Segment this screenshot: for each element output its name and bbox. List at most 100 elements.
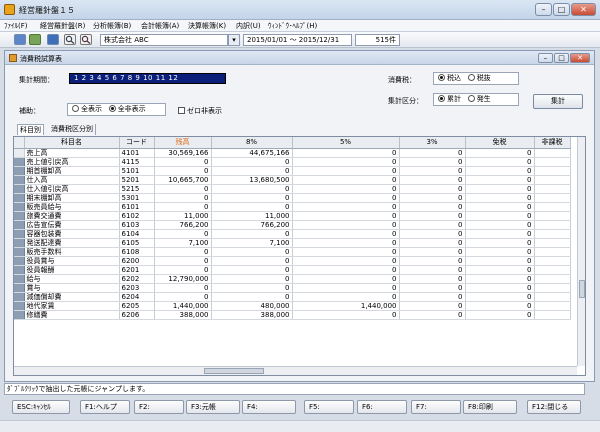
f7-button[interactable]: F7: (411, 400, 461, 414)
table-row[interactable]: 減価償却費 6204 0 0 0 0 0 (14, 292, 571, 302)
f8-print-button[interactable]: F8:印刷 (463, 400, 517, 414)
table-row[interactable]: 役員賞与 6200 0 0 0 0 0 (14, 256, 571, 266)
row-selector[interactable] (14, 265, 25, 275)
header-exempt[interactable]: 免税 (465, 137, 535, 149)
table-row[interactable]: 売上高 4101 30,569,166 44,675,166 0 0 0 (14, 148, 571, 158)
table-row[interactable]: 販売員給与 6101 0 0 0 0 0 (14, 202, 571, 212)
f12-close-button[interactable]: F12:閉じる (527, 400, 581, 414)
search-icon[interactable] (64, 34, 76, 45)
header-balance[interactable]: 残高 (154, 137, 212, 149)
agg-occurrence-radio[interactable] (467, 95, 475, 102)
menu-keiei[interactable]: 経営羅針盤(R) (40, 21, 85, 31)
chevron-down-icon[interactable]: ▾ (228, 34, 240, 46)
row-selector[interactable] (14, 220, 25, 230)
f6-button[interactable]: F6: (357, 400, 407, 414)
tab-by-tax-category[interactable]: 消費税区分別 (49, 124, 96, 135)
table-row[interactable]: 広告宣伝費 6103 766,200 766,200 0 0 0 (14, 220, 571, 230)
f4-button[interactable]: F4: (242, 400, 296, 414)
tax-excl-radio[interactable] (467, 74, 475, 81)
cell-balance: 0 (154, 229, 212, 239)
close-button[interactable]: ✕ (571, 3, 596, 16)
f1-help-button[interactable]: F1:ヘルプ (80, 400, 130, 414)
table-row[interactable]: 修繕費 6206 388,000 388,000 0 0 0 (14, 310, 571, 320)
aux-all-radio[interactable] (72, 105, 79, 112)
header-nontaxable[interactable]: 非課税 (534, 137, 571, 149)
company-select[interactable]: 株式会社 ABC (100, 34, 228, 46)
menu-window-help[interactable]: ｳｨﾝﾄﾞｳ･ﾍﾙﾌﾟ(H) (268, 21, 317, 31)
agg-cumulative-radio[interactable] (438, 95, 445, 102)
menu-file[interactable]: ﾌｧｲﾙ(F) (4, 21, 28, 31)
table-row[interactable]: 発送配達費 6105 7,100 7,100 0 0 0 (14, 238, 571, 248)
header-account[interactable]: 科目名 (24, 137, 120, 149)
menu-closing[interactable]: 決算帳簿(K) (188, 21, 226, 31)
menu-analysis[interactable]: 分析帳簿(B) (93, 21, 131, 31)
table-row[interactable]: 売上値引戻高 4115 0 0 0 0 0 (14, 157, 571, 167)
row-selector[interactable] (14, 184, 25, 194)
row-selector[interactable] (14, 193, 25, 203)
open-icon[interactable] (29, 34, 41, 45)
cell-exempt: 0 (465, 175, 535, 185)
f5-button[interactable]: F5: (304, 400, 354, 414)
table-row[interactable]: 販売手数料 6108 0 0 0 0 0 (14, 247, 571, 257)
cell-3pct: 0 (399, 202, 466, 212)
f2-button[interactable]: F2: (134, 400, 184, 414)
row-selector[interactable] (14, 283, 25, 293)
tab-by-account[interactable]: 科目別 (17, 124, 44, 135)
header-3pct[interactable]: 3% (399, 137, 466, 149)
horizontal-scrollbar[interactable] (14, 366, 577, 375)
table-row[interactable]: 給与 6202 12,790,000 0 0 0 0 (14, 274, 571, 284)
child-close-button[interactable]: ✕ (570, 53, 590, 63)
menu-accounting[interactable]: 会計帳簿(A) (141, 21, 179, 31)
row-selector[interactable] (14, 166, 25, 176)
row-selector[interactable] (14, 301, 25, 311)
table-row[interactable]: 期首棚卸高 5101 0 0 0 0 0 (14, 166, 571, 176)
table-row[interactable]: 賞与 6203 0 0 0 0 0 (14, 283, 571, 293)
row-selector[interactable] (14, 310, 25, 320)
tax-incl-radio[interactable] (438, 74, 445, 81)
table-row[interactable]: 期末棚卸高 5301 0 0 0 0 0 (14, 193, 571, 203)
header-8pct[interactable]: 8% (211, 137, 293, 149)
zero-hide-checkbox[interactable] (178, 107, 185, 114)
row-selector[interactable] (14, 292, 25, 302)
row-selector[interactable] (14, 256, 25, 266)
header-5pct[interactable]: 5% (292, 137, 400, 149)
row-selector[interactable] (14, 211, 25, 221)
mail-icon[interactable] (47, 34, 59, 45)
table-row[interactable]: 地代家賃 6205 1,440,000 480,000 1,440,000 0 0 (14, 301, 571, 311)
f3-ledger-button[interactable]: F3:元帳 (186, 400, 240, 414)
child-maximize-button[interactable]: □ (554, 53, 569, 63)
table-row[interactable]: 容器包装費 6104 0 0 0 0 0 (14, 229, 571, 239)
find-icon[interactable] (80, 34, 92, 45)
row-selector[interactable] (14, 202, 25, 212)
esc-cancel-button[interactable]: ESC:ｷｬﾝｾﾙ (12, 400, 70, 414)
zero-hide-option[interactable]: ゼロ非表示 (178, 106, 222, 116)
vertical-scroll-thumb[interactable] (579, 280, 585, 298)
child-minimize-button[interactable]: – (538, 53, 553, 63)
row-selector[interactable] (14, 229, 25, 239)
horizontal-scroll-thumb[interactable] (204, 368, 264, 374)
table-row[interactable]: 仕入高 5201 10,665,700 13,680,500 0 0 0 (14, 175, 571, 185)
minimize-button[interactable]: – (535, 3, 552, 16)
table-row[interactable]: 役員報酬 6201 0 0 0 0 0 (14, 265, 571, 275)
row-selector[interactable] (14, 148, 25, 158)
header-code[interactable]: コード (119, 137, 155, 149)
table-row[interactable]: 旅費交通費 6102 11,000 11,000 0 0 0 (14, 211, 571, 221)
period-field[interactable]: 2015/01/01 ～ 2015/12/31 (243, 34, 352, 46)
cell-5pct: 0 (292, 229, 400, 239)
table-row[interactable]: 仕入値引戻高 5215 0 0 0 0 0 (14, 184, 571, 194)
row-selector[interactable] (14, 175, 25, 185)
row-selector[interactable] (14, 238, 25, 248)
vertical-scrollbar[interactable] (577, 137, 585, 366)
menu-breakdown[interactable]: 内訳(U) (236, 21, 261, 31)
month-selector[interactable]: 1 2 3 4 5 6 7 8 9 10 11 12 (69, 73, 226, 84)
maximize-button[interactable]: □ (553, 3, 570, 16)
cell-5pct: 1,440,000 (292, 301, 400, 311)
cell-exempt: 0 (465, 220, 535, 230)
aux-none-radio[interactable] (108, 105, 116, 112)
row-selector[interactable] (14, 247, 25, 257)
calculate-button[interactable]: 集計 (533, 94, 583, 109)
cell-nontaxable (534, 157, 571, 167)
row-selector[interactable] (14, 157, 25, 167)
row-selector[interactable] (14, 274, 25, 284)
save-icon[interactable] (14, 34, 26, 45)
